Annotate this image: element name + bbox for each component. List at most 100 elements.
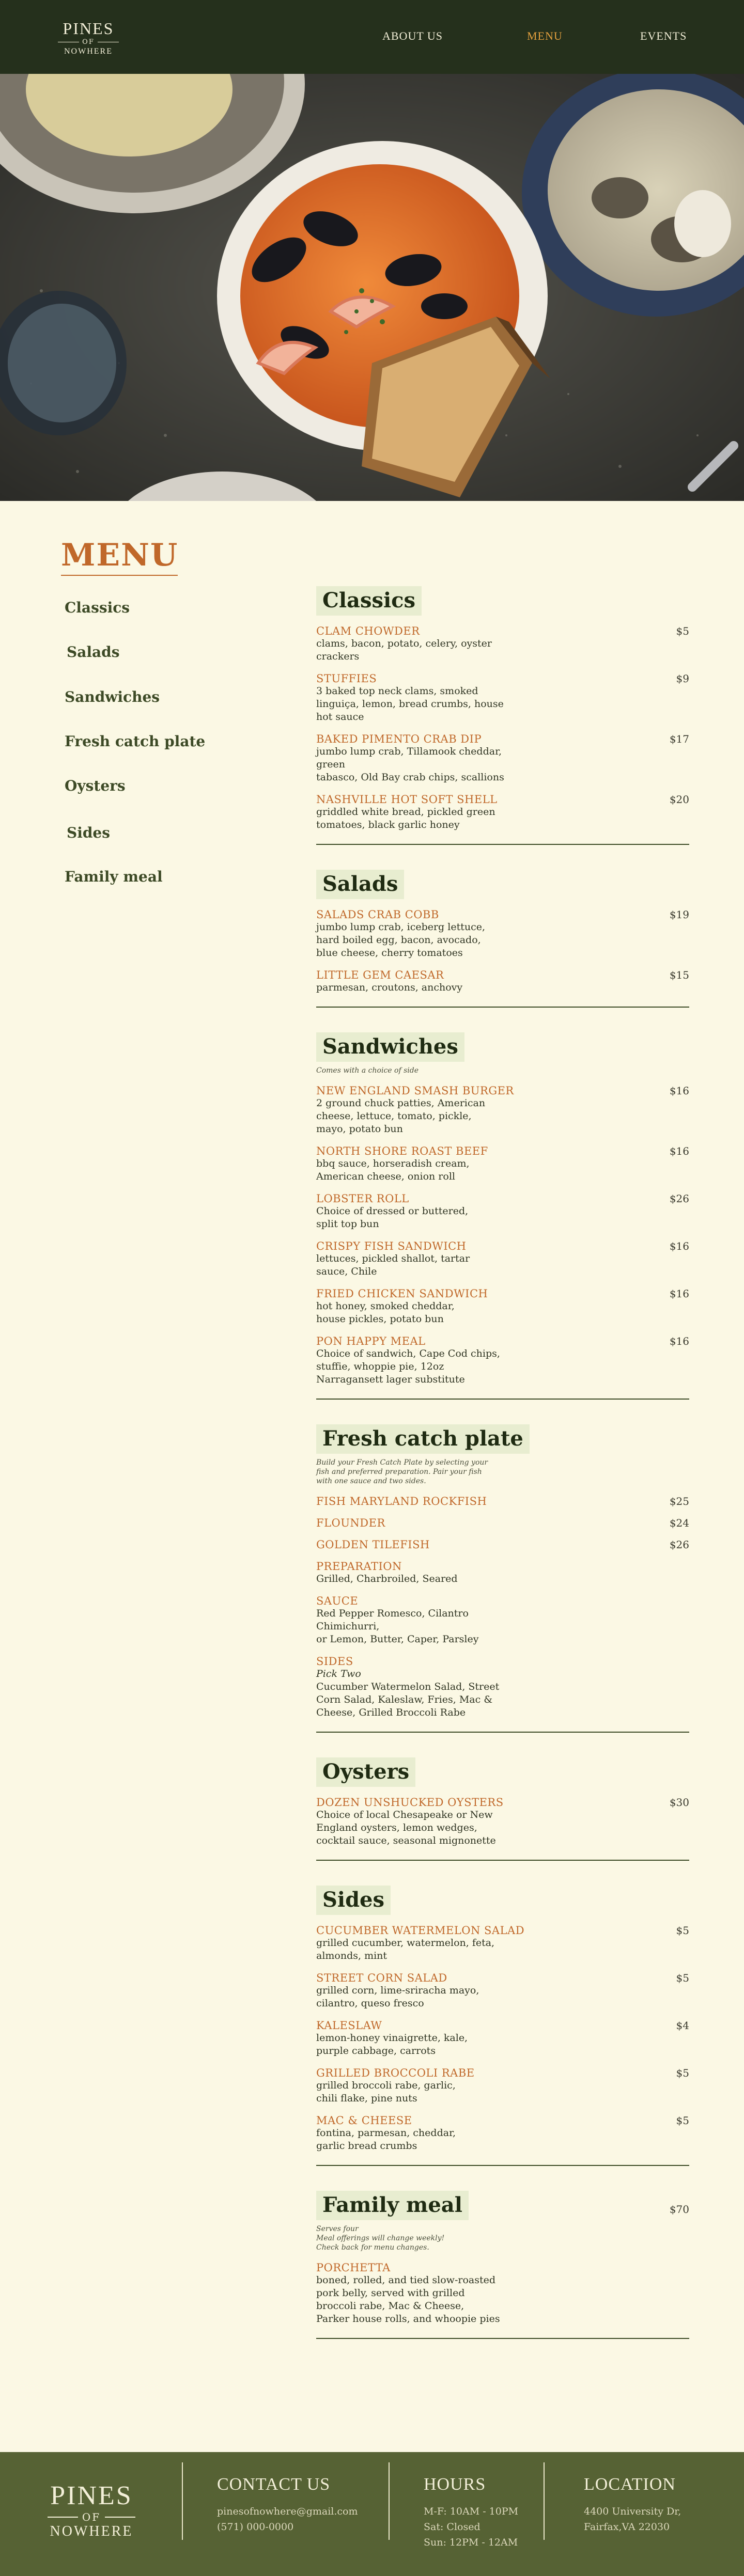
section-title: Oysters <box>316 1757 416 1787</box>
menu-items-column: Classics CLAM CHOWDER $5 clams, bacon, pota… <box>316 576 689 2353</box>
footer-hours-line: Sat: Closed <box>424 2521 481 2533</box>
item-name: CRISPY FISH SANDWICH <box>316 1240 467 1252</box>
nav-menu[interactable]: MENU <box>527 29 563 43</box>
section-title: Classics <box>316 586 422 616</box>
category-link-family-meal[interactable]: Family meal <box>65 868 163 885</box>
menu-item: NASHVILLE HOT SOFT SHELL $20 griddled whit… <box>316 793 689 831</box>
item-name: FRIED CHICKEN SANDWICH <box>316 1287 488 1300</box>
menu-section: MENU Classics Salads Sandwiches Fresh ca… <box>0 501 744 2452</box>
item-name: PREPARATION <box>316 1560 402 1573</box>
logo-line-1: PINES <box>63 19 114 38</box>
footer-hours: HOURS M-F: 10AM - 10PM Sat: Closed Sun: … <box>424 2475 518 2550</box>
section-title: Sides <box>316 1886 391 1915</box>
section-title: Sandwiches <box>316 1032 464 1062</box>
menu-item: NORTH SHORE ROAST BEEF $16 bbq sauce, hors… <box>316 1145 689 1183</box>
menu-heading-underline <box>61 575 178 576</box>
seafood-photo <box>0 74 744 501</box>
item-description: clams, bacon, potato, celery, oyster cra… <box>316 638 492 662</box>
item-name: DOZEN UNSHUCKED OYSTERS <box>316 1796 504 1809</box>
item-price: $5 <box>676 1972 689 1984</box>
item-name: LITTLE GEM CAESAR <box>316 969 444 981</box>
menu-section-oysters: Oysters DOZEN UNSHUCKED OYSTERS $30 Choice … <box>316 1747 689 1861</box>
section-note: Build your Fresh Catch Plate by selectin… <box>316 1458 488 1485</box>
nav-about-us[interactable]: ABOUT US <box>382 29 443 43</box>
item-name: PORCHETTA <box>316 2261 391 2274</box>
category-link-oysters[interactable]: Oysters <box>65 777 126 794</box>
menu-item: SALADS CRAB COBB $19 jumbo lump crab, iceb… <box>316 908 689 960</box>
footer-divider <box>544 2462 545 2540</box>
item-price: $5 <box>676 625 689 637</box>
item-description: boned, rolled, and tied slow-roasted por… <box>316 2274 500 2324</box>
menu-item: CRISPY FISH SANDWICH $16 lettuces, pickled… <box>316 1240 689 1278</box>
category-link-classics[interactable]: Classics <box>65 599 130 616</box>
section-price: $70 <box>669 2203 689 2216</box>
item-name: PON HAPPY MEAL <box>316 1335 426 1347</box>
menu-item: KALESLAW $4 lemon-honey vinaigrette, kale,… <box>316 2019 689 2057</box>
category-link-sides[interactable]: Sides <box>67 824 110 841</box>
footer-logo-line-3: NOWHERE <box>50 2523 133 2539</box>
footer-logo-line-1: PINES <box>50 2481 133 2510</box>
section-note: Serves four Meal offerings will change w… <box>316 2225 445 2252</box>
menu-section-fresh-catch-plate: Fresh catch plate Build your Fresh Catch … <box>316 1414 689 1733</box>
footer-email-link[interactable]: pinesofnowhere@gmail.com <box>217 2504 358 2519</box>
item-price: $17 <box>669 733 689 745</box>
item-name: KALESLAW <box>316 2019 382 2032</box>
item-name: SALADS CRAB COBB <box>316 908 439 921</box>
footer-hours-title: HOURS <box>424 2475 486 2494</box>
item-name: CUCUMBER WATERMELON SALAD <box>316 1924 525 1937</box>
item-name: SIDES <box>316 1655 353 1668</box>
item-description: Grilled, Charbroiled, Seared <box>316 1573 458 1584</box>
item-name: GRILLED BROCCOLI RABE <box>316 2067 475 2079</box>
item-price: $16 <box>669 1240 689 1252</box>
item-price: $16 <box>669 1287 689 1300</box>
item-description: hot honey, smoked cheddar, house pickles… <box>316 1300 455 1325</box>
menu-item: LITTLE GEM CAESAR $15 parmesan, croutons, … <box>316 969 689 994</box>
item-description: 3 baked top neck clams, smoked linguiça,… <box>316 685 504 722</box>
section-title: Family meal <box>316 2191 469 2220</box>
item-description: griddled white bread, pickled green toma… <box>316 806 495 830</box>
footer-contact: CONTACT US pinesofnowhere@gmail.com (571… <box>217 2475 358 2535</box>
item-description: Choice of dressed or buttered, split top… <box>316 1205 469 1230</box>
item-description: grilled cucumber, watermelon, feta, almo… <box>316 1937 495 1961</box>
category-link-sandwiches[interactable]: Sandwiches <box>65 688 160 705</box>
item-price: $26 <box>669 1538 689 1551</box>
item-name: NORTH SHORE ROAST BEEF <box>316 1145 488 1157</box>
footer-logo: PINES OF NOWHERE <box>48 2482 135 2540</box>
menu-item: STREET CORN SALAD $5 grilled corn, lime-sr… <box>316 1972 689 2010</box>
section-title: Fresh catch plate <box>316 1424 530 1454</box>
item-price: $5 <box>676 2067 689 2079</box>
footer-hours-line: M-F: 10AM - 10PM <box>424 2506 519 2517</box>
item-name: STREET CORN SALAD <box>316 1972 447 1984</box>
footer-contact-title: CONTACT US <box>217 2475 331 2494</box>
footer-location-title: LOCATION <box>584 2475 676 2494</box>
footer-divider <box>389 2462 390 2540</box>
category-link-fresh-catch-plate[interactable]: Fresh catch plate <box>65 733 205 750</box>
item-name: NASHVILLE HOT SOFT SHELL <box>316 793 498 806</box>
item-description: jumbo lump crab, iceberg lettuce, hard b… <box>316 921 486 959</box>
item-price: $24 <box>669 1517 689 1529</box>
menu-item: LOBSTER ROLL $26 Choice of dressed or butt… <box>316 1192 689 1231</box>
item-description: grilled broccoli rabe, garlic, chili fla… <box>316 2080 456 2104</box>
footer-divider <box>182 2462 183 2540</box>
footer-phone-link[interactable]: (571) 000-0000 <box>217 2519 358 2535</box>
item-price: $15 <box>669 969 689 981</box>
menu-section-salads: Salads SALADS CRAB COBB $19 jumbo lump crab… <box>316 859 689 1008</box>
menu-item: CLAM CHOWDER $5 clams, bacon, potato, cele… <box>316 625 689 663</box>
item-name: CLAM CHOWDER <box>316 625 420 637</box>
top-nav: PINES OF NOWHERE ABOUT US MENU EVENTS <box>0 0 744 74</box>
category-link-salads[interactable]: Salads <box>67 643 119 661</box>
logo[interactable]: PINES OF NOWHERE <box>58 20 119 56</box>
item-price: $26 <box>669 1192 689 1205</box>
menu-item: FRIED CHICKEN SANDWICH $16 hot honey, smok… <box>316 1287 689 1326</box>
menu-item: PON HAPPY MEAL $16 Choice of sandwich, Cap… <box>316 1335 689 1386</box>
item-description: grilled corn, lime-sriracha mayo, cilant… <box>316 1985 479 2009</box>
item-price: $5 <box>676 1924 689 1937</box>
item-name: BAKED PIMENTO CRAB DIP <box>316 733 482 745</box>
item-subtitle: Pick Two <box>316 1668 361 1679</box>
item-price: $19 <box>669 908 689 921</box>
item-description: lemon-honey vinaigrette, kale, purple ca… <box>316 2032 468 2056</box>
menu-section-sides: Sides CUCUMBER WATERMELON SALAD $5 grilled … <box>316 1875 689 2166</box>
footer-address-line: Fairfax,VA 22030 <box>584 2521 670 2533</box>
footer-logo-line-2: OF <box>82 2511 101 2523</box>
nav-events[interactable]: EVENTS <box>640 29 687 43</box>
